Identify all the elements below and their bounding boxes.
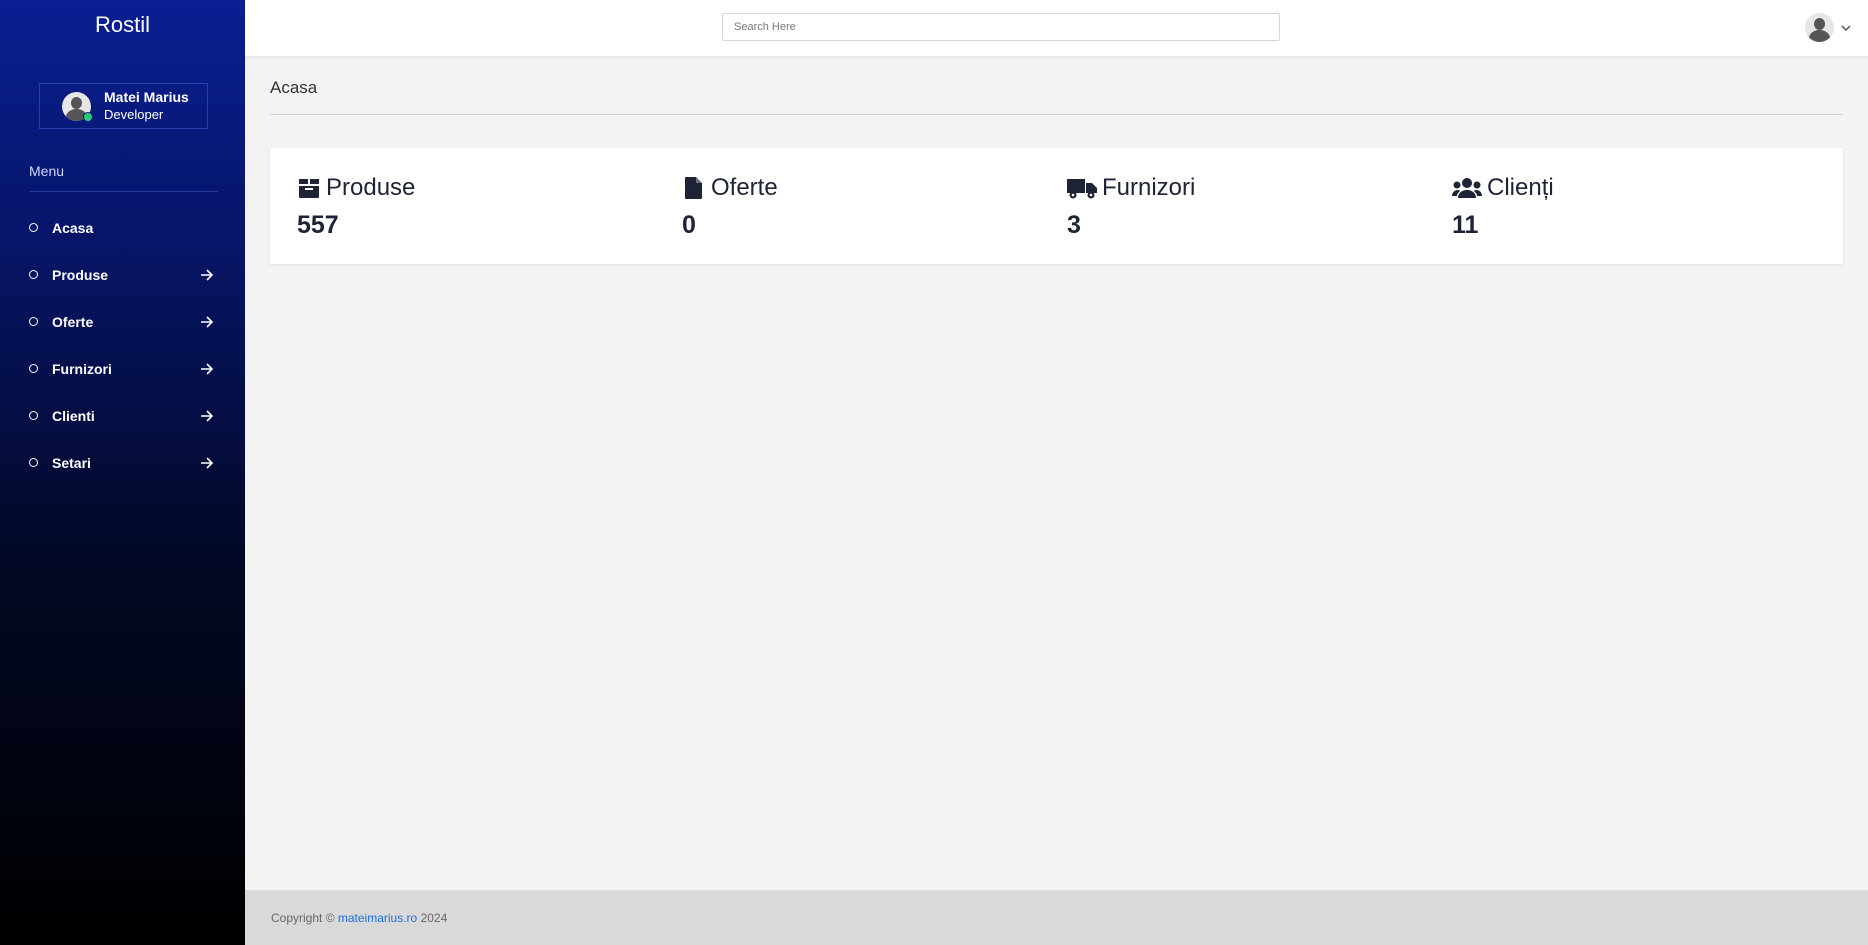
stats-card: Produse 557 Oferte 0 Furnizori 3 Clienți… [270, 148, 1843, 264]
stat-value: 11 [1452, 211, 1479, 239]
footer-link[interactable]: mateimarius.ro [338, 911, 417, 925]
avatar-icon [1805, 13, 1834, 42]
title-divider [270, 114, 1843, 115]
copyright-year: 2024 [417, 911, 448, 925]
stat-label: Produse [326, 174, 416, 201]
stat-value: 557 [297, 211, 339, 239]
sidebar-item-produse[interactable]: Produse [29, 251, 218, 298]
stat-furnizori[interactable]: Furnizori 3 [1067, 174, 1452, 264]
top-header [245, 0, 1868, 56]
sidebar-item-oferte[interactable]: Oferte [29, 298, 218, 345]
sidebar-item-label: Produse [52, 266, 109, 283]
sidebar: Rostil Matei Marius Developer Menu Acasa… [0, 0, 245, 945]
stat-produse[interactable]: Produse 557 [297, 174, 682, 264]
arrow-right-icon [201, 409, 214, 422]
sidebar-item-acasa[interactable]: Acasa [29, 204, 218, 251]
user-avatar [62, 91, 93, 122]
sidebar-menu: Acasa Produse Oferte Furnizori Clienti S… [29, 204, 218, 486]
circle-icon [29, 270, 38, 279]
sidebar-item-label: Setari [52, 454, 91, 471]
box-icon [299, 179, 319, 198]
circle-icon [29, 364, 38, 373]
circle-icon [29, 223, 38, 232]
arrow-right-icon [201, 362, 214, 375]
circle-icon [29, 411, 38, 420]
truck-icon [1067, 179, 1097, 199]
sidebar-item-label: Acasa [52, 219, 94, 236]
stat-label: Clienți [1487, 174, 1554, 201]
stat-value: 0 [682, 211, 696, 239]
footer: Copyright © mateimarius.ro 2024 [245, 890, 1868, 945]
menu-divider [29, 191, 218, 192]
stat-value: 3 [1067, 211, 1081, 239]
stat-label: Oferte [711, 174, 778, 201]
sidebar-item-setari[interactable]: Setari [29, 439, 218, 486]
users-icon [1452, 178, 1482, 198]
arrow-right-icon [201, 268, 214, 281]
arrow-right-icon [201, 456, 214, 469]
circle-icon [29, 458, 38, 467]
menu-title: Menu [29, 163, 65, 179]
stat-clienti[interactable]: Clienți 11 [1452, 174, 1837, 264]
copyright-prefix: Copyright © [271, 911, 338, 925]
user-card[interactable]: Matei Marius Developer [39, 83, 208, 129]
online-status-icon [83, 111, 93, 122]
sidebar-item-label: Oferte [52, 313, 94, 330]
sidebar-item-furnizori[interactable]: Furnizori [29, 345, 218, 392]
profile-menu-button[interactable] [1805, 13, 1852, 42]
page-title: Acasa [270, 78, 318, 97]
file-icon [685, 177, 702, 199]
stat-label: Furnizori [1102, 174, 1196, 201]
user-role: Developer [104, 107, 164, 122]
stat-oferte[interactable]: Oferte 0 [682, 174, 1067, 264]
sidebar-item-label: Furnizori [52, 360, 112, 377]
circle-icon [29, 317, 38, 326]
arrow-right-icon [201, 315, 214, 328]
chevron-down-icon [1841, 24, 1851, 31]
user-name: Matei Marius [104, 89, 189, 105]
sidebar-item-label: Clienti [52, 407, 95, 424]
search-input[interactable] [722, 13, 1280, 41]
brand-logo[interactable]: Rostil [0, 12, 245, 38]
sidebar-item-clienti[interactable]: Clienti [29, 392, 218, 439]
